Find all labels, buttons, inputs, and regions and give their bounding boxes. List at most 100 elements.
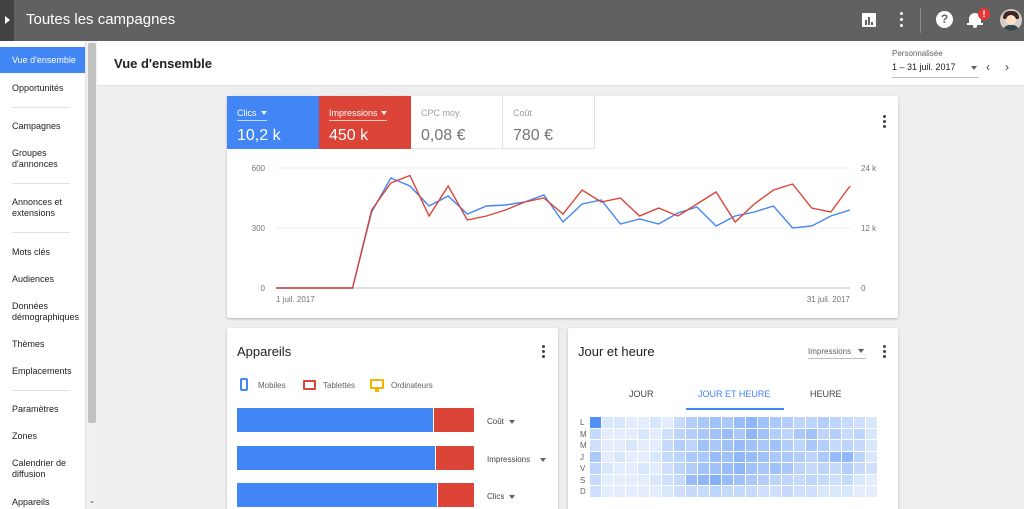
sidebar-scrollbar[interactable]: ⌄ bbox=[85, 41, 97, 509]
heatmap-cell[interactable] bbox=[734, 417, 745, 428]
heatmap-cell[interactable] bbox=[842, 463, 853, 474]
heatmap-cell[interactable] bbox=[722, 451, 733, 462]
heatmap-cell[interactable] bbox=[866, 440, 877, 451]
heatmap-cell[interactable] bbox=[590, 440, 601, 451]
heatmap-cell[interactable] bbox=[710, 463, 721, 474]
heatmap-cell[interactable] bbox=[866, 486, 877, 497]
sidebar-item-locations[interactable]: Zones bbox=[12, 431, 84, 442]
sidebar-item-devices[interactable]: Appareils bbox=[12, 497, 84, 508]
heatmap-cell[interactable] bbox=[758, 440, 769, 451]
heatmap-cell[interactable] bbox=[590, 428, 601, 439]
heatmap-cell[interactable] bbox=[758, 474, 769, 485]
device-metric-select[interactable]: Impressions bbox=[487, 455, 530, 464]
heatmap-cell[interactable] bbox=[662, 428, 673, 439]
heatmap-cell[interactable] bbox=[806, 486, 817, 497]
heatmap-cell[interactable] bbox=[674, 451, 685, 462]
heatmap-cell[interactable] bbox=[746, 440, 757, 451]
heatmap-cell[interactable] bbox=[866, 417, 877, 428]
heatmap-cell[interactable] bbox=[734, 451, 745, 462]
device-metric-select[interactable]: Clics bbox=[487, 492, 504, 501]
heatmap-cell[interactable] bbox=[782, 463, 793, 474]
sidebar-item-audiences[interactable]: Audiences bbox=[12, 274, 84, 285]
heatmap-cell[interactable] bbox=[806, 451, 817, 462]
heatmap-cell[interactable] bbox=[614, 417, 625, 428]
heatmap-cell[interactable] bbox=[602, 486, 613, 497]
heatmap-cell[interactable] bbox=[794, 486, 805, 497]
heatmap-cell[interactable] bbox=[674, 428, 685, 439]
heatmap-cell[interactable] bbox=[710, 486, 721, 497]
heatmap-cell[interactable] bbox=[770, 486, 781, 497]
heatmap-cell[interactable] bbox=[602, 463, 613, 474]
heatmap-cell[interactable] bbox=[818, 463, 829, 474]
heatmap-cell[interactable] bbox=[806, 417, 817, 428]
heatmap-cell[interactable] bbox=[662, 486, 673, 497]
heatmap-cell[interactable] bbox=[686, 486, 697, 497]
heatmap-cell[interactable] bbox=[710, 451, 721, 462]
heatmap-cell[interactable] bbox=[842, 474, 853, 485]
dropdown-arrow-icon[interactable] bbox=[858, 349, 864, 353]
heatmap-cell[interactable] bbox=[614, 440, 625, 451]
heatmap-cell[interactable] bbox=[698, 440, 709, 451]
heatmap-cell[interactable] bbox=[698, 463, 709, 474]
heatmap-cell[interactable] bbox=[602, 474, 613, 485]
help-icon[interactable]: ? bbox=[935, 10, 955, 30]
sidebar-item-ad-groups[interactable]: Groupes d'annonces bbox=[12, 148, 84, 170]
heatmap-cell[interactable] bbox=[638, 440, 649, 451]
heatmap-cell[interactable] bbox=[602, 428, 613, 439]
heatmap-metric-select[interactable]: Impressions bbox=[808, 347, 851, 356]
heatmap-cell[interactable] bbox=[854, 417, 865, 428]
heatmap-cell[interactable] bbox=[638, 474, 649, 485]
metric-tile-impressions[interactable]: Impressions 450 k bbox=[319, 96, 411, 149]
heatmap-cell[interactable] bbox=[806, 440, 817, 451]
dropdown-arrow-icon[interactable] bbox=[509, 420, 515, 424]
heatmap-cell[interactable] bbox=[794, 428, 805, 439]
heatmap-cell[interactable] bbox=[722, 417, 733, 428]
heatmap-cell[interactable] bbox=[782, 417, 793, 428]
dropdown-arrow-icon[interactable] bbox=[509, 495, 515, 499]
heatmap-cell[interactable] bbox=[650, 474, 661, 485]
heatmap-cell[interactable] bbox=[734, 428, 745, 439]
heatmap-cell[interactable] bbox=[674, 440, 685, 451]
heatmap-cell[interactable] bbox=[830, 474, 841, 485]
heatmap-cell[interactable] bbox=[746, 486, 757, 497]
heatmap-cell[interactable] bbox=[818, 474, 829, 485]
heatmap-cell[interactable] bbox=[686, 451, 697, 462]
heatmap-cell[interactable] bbox=[782, 440, 793, 451]
heatmap-cell[interactable] bbox=[806, 428, 817, 439]
heatmap-cell[interactable] bbox=[710, 417, 721, 428]
heatmap-cell[interactable] bbox=[590, 474, 601, 485]
heatmap-cell[interactable] bbox=[746, 417, 757, 428]
heatmap-cell[interactable] bbox=[722, 428, 733, 439]
heatmap-cell[interactable] bbox=[638, 486, 649, 497]
heatmap-cell[interactable] bbox=[698, 417, 709, 428]
heatmap-cell[interactable] bbox=[842, 451, 853, 462]
heatmap-cell[interactable] bbox=[722, 463, 733, 474]
heatmap-cell[interactable] bbox=[794, 440, 805, 451]
heatmap-cell[interactable] bbox=[710, 440, 721, 451]
heatmap-cell[interactable] bbox=[602, 451, 613, 462]
heatmap-cell[interactable] bbox=[662, 474, 673, 485]
heatmap-cell[interactable] bbox=[758, 451, 769, 462]
heatmap-cell[interactable] bbox=[830, 463, 841, 474]
heatmap-cell[interactable] bbox=[794, 474, 805, 485]
heatmap-cell[interactable] bbox=[818, 451, 829, 462]
heatmap-cell[interactable] bbox=[674, 486, 685, 497]
heatmap-cell[interactable] bbox=[686, 440, 697, 451]
heatmap-cell[interactable] bbox=[746, 451, 757, 462]
heatmap-cell[interactable] bbox=[842, 440, 853, 451]
heatmap-cell[interactable] bbox=[650, 451, 661, 462]
heatmap-cell[interactable] bbox=[818, 440, 829, 451]
heatmap-cell[interactable] bbox=[626, 474, 637, 485]
heatmap-cell[interactable] bbox=[722, 440, 733, 451]
sidebar-item-ad-schedule[interactable]: Calendrier de diffusion bbox=[12, 458, 84, 480]
heatmap-cell[interactable] bbox=[590, 486, 601, 497]
heatmap-cell[interactable] bbox=[866, 474, 877, 485]
heatmap-cell[interactable] bbox=[818, 417, 829, 428]
heatmap-cell[interactable] bbox=[770, 440, 781, 451]
heatmap-cell[interactable] bbox=[698, 451, 709, 462]
heatmap-cell[interactable] bbox=[626, 428, 637, 439]
heatmap-cell[interactable] bbox=[710, 474, 721, 485]
heatmap-cell[interactable] bbox=[830, 428, 841, 439]
dropdown-arrow-icon[interactable] bbox=[540, 458, 546, 462]
heatmap-cell[interactable] bbox=[830, 451, 841, 462]
